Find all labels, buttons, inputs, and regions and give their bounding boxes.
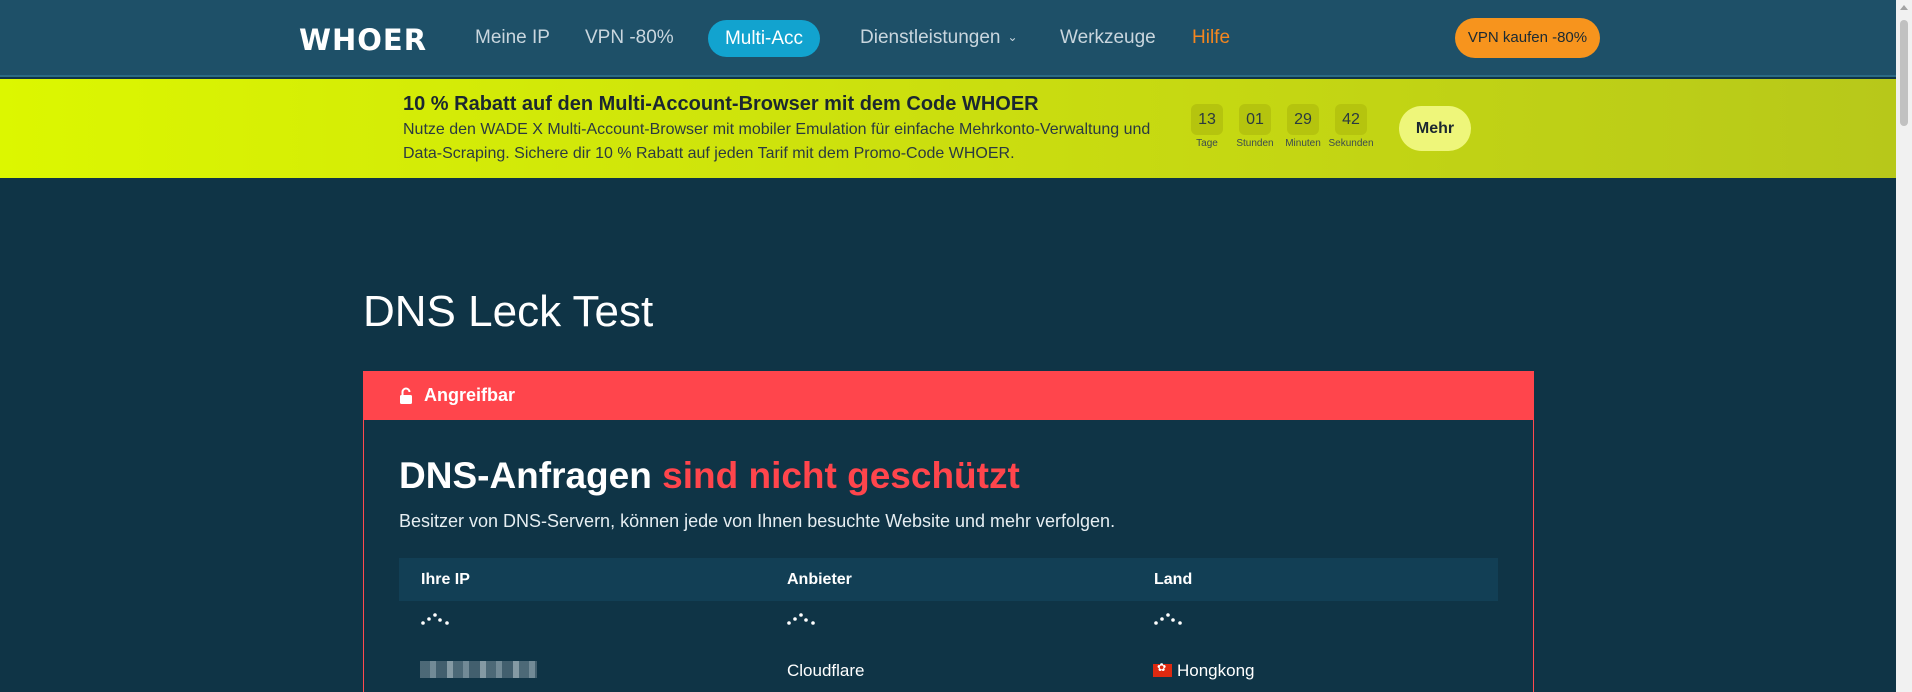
table-header: Ihre IP Anbieter Land [399, 558, 1498, 601]
nav-werkzeuge[interactable]: Werkzeuge [1060, 27, 1156, 49]
col-header-ip: Ihre IP [421, 571, 470, 588]
scroll-up-arrow-icon[interactable] [1900, 5, 1908, 10]
col-header-provider: Anbieter [787, 571, 852, 588]
nav-multi-acc[interactable]: Multi-Acc [708, 20, 820, 57]
blurred-ip-address [420, 661, 537, 678]
page-scrollbar[interactable] [1896, 0, 1912, 692]
nav-dienstleistungen-label: Dienstleistungen [860, 27, 1001, 48]
result-heading: DNS-Anfragen sind nicht geschützt [399, 455, 1020, 497]
hongkong-flag-icon [1153, 661, 1172, 677]
result-heading-subject: DNS-Anfragen [399, 455, 652, 496]
countdown-hours: 01 [1239, 104, 1271, 135]
result-description: Besitzer von DNS-Servern, können jede vo… [399, 511, 1116, 531]
promo-title: 10 % Rabatt auf den Multi-Account-Browse… [403, 93, 1039, 115]
countdown-days: 13 [1191, 104, 1223, 135]
col-header-country: Land [1154, 571, 1193, 588]
promo-text: Nutze den WADE X Multi-Account-Browser m… [403, 121, 1151, 162]
country-cell: Hongkong [1153, 661, 1255, 681]
countdown-seconds-label: Sekunden [1328, 138, 1374, 149]
countdown-seconds: 42 [1335, 104, 1367, 135]
promo-more-button[interactable]: Mehr [1399, 106, 1471, 151]
countdown-minutes: 29 [1287, 104, 1319, 135]
site-header: WHOER Meine IP VPN -80% Multi-Acc Dienst… [0, 0, 1896, 77]
nav-dienstleistungen[interactable]: Dienstleistungen ⌄ [860, 27, 1018, 49]
nav-vpn[interactable]: VPN -80% [585, 27, 674, 49]
buy-vpn-button[interactable]: VPN kaufen -80% [1455, 18, 1600, 58]
status-label: Angreifbar [424, 385, 516, 405]
chevron-down-icon: ⌄ [1007, 30, 1018, 44]
page-title: DNS Leck Test [363, 287, 654, 336]
whoer-logo[interactable]: WHOER [299, 23, 427, 57]
scroll-thumb[interactable] [1900, 20, 1908, 126]
loading-spinner-icon [787, 613, 815, 625]
result-heading-status: sind nicht geschützt [662, 455, 1020, 496]
loading-spinner-icon [421, 613, 449, 625]
provider-cell: Cloudflare [787, 661, 865, 680]
promo-banner: 10 % Rabatt auf den Multi-Account-Browse… [0, 79, 1896, 178]
status-bar: Angreifbar [363, 371, 1534, 420]
loading-spinner-icon [1154, 613, 1182, 625]
country-name: Hongkong [1177, 661, 1255, 680]
nav-hilfe[interactable]: Hilfe [1192, 27, 1230, 49]
unlock-icon [400, 387, 412, 404]
nav-meine-ip[interactable]: Meine IP [475, 27, 550, 49]
